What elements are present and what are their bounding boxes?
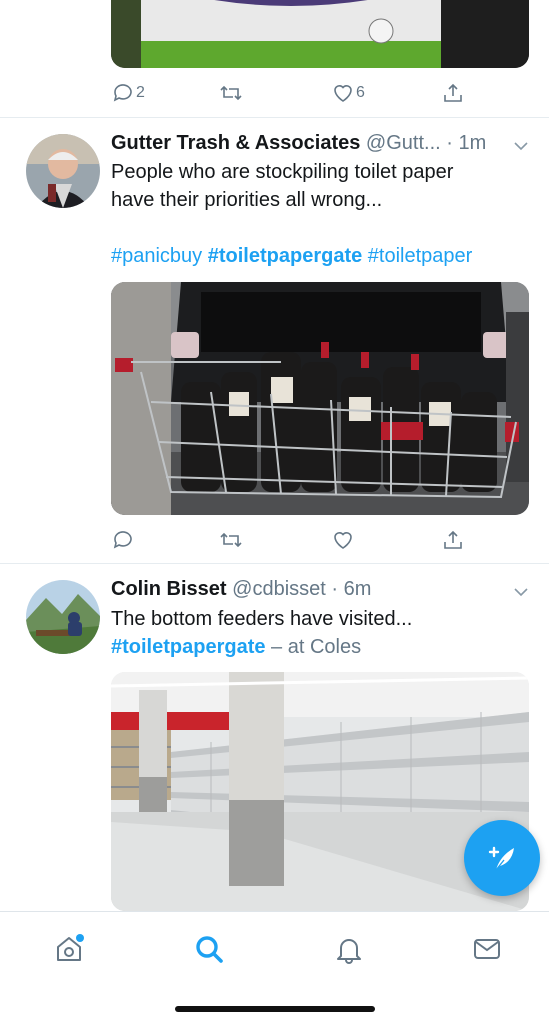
author-handle[interactable]: @cdbisset bbox=[232, 578, 326, 600]
reply-count: 2 bbox=[136, 84, 145, 101]
tweet-text-line: The bottom feeders have visited... bbox=[111, 608, 413, 630]
tweet-text-line: People who are stockpiling toilet paper bbox=[111, 161, 454, 183]
tweet-media-toilet-paper[interactable] bbox=[111, 0, 529, 68]
like-count: 6 bbox=[356, 84, 365, 101]
compose-tweet-button[interactable] bbox=[464, 820, 540, 896]
tweet-time: 1m bbox=[458, 132, 487, 154]
tweet-text-line: have their priorities all wrong... bbox=[111, 189, 383, 211]
avatar[interactable] bbox=[26, 134, 100, 208]
meta-separator: · bbox=[325, 578, 344, 600]
search-icon bbox=[196, 936, 223, 963]
notifications-icon bbox=[337, 939, 361, 964]
tweet-text: People who are stockpiling toilet paper … bbox=[111, 158, 529, 270]
heart-icon bbox=[334, 85, 352, 102]
reply-button[interactable] bbox=[111, 527, 136, 553]
tab-messages[interactable] bbox=[470, 932, 504, 966]
tweet-actions: 2 6 bbox=[111, 80, 471, 106]
home-icon bbox=[57, 934, 84, 961]
home-indicator[interactable] bbox=[175, 1006, 375, 1012]
share-button[interactable] bbox=[441, 527, 465, 553]
hashtag-link[interactable]: #panicbuy bbox=[111, 245, 202, 267]
tweet-partial[interactable]: 2 6 bbox=[0, 0, 549, 118]
reply-icon bbox=[113, 531, 132, 549]
tab-search[interactable] bbox=[192, 932, 226, 966]
share-icon bbox=[444, 530, 462, 549]
tweet-text-line: #toiletpapergate – at Coles bbox=[111, 633, 529, 661]
avatar[interactable] bbox=[26, 580, 100, 654]
retweet-icon bbox=[220, 85, 242, 101]
share-button[interactable] bbox=[441, 80, 465, 106]
hashtag-link[interactable]: #toiletpaper bbox=[368, 245, 473, 267]
tab-home[interactable] bbox=[52, 932, 86, 966]
hashtag-link[interactable]: #toiletpapergate bbox=[111, 636, 265, 658]
author-handle[interactable]: @Gutt... bbox=[366, 132, 441, 154]
reply-button[interactable]: 2 bbox=[111, 80, 145, 106]
chevron-down-icon[interactable] bbox=[511, 136, 531, 156]
tweet-media-empty-shelves[interactable] bbox=[111, 672, 529, 911]
retweet-button[interactable] bbox=[219, 527, 243, 553]
reply-icon bbox=[113, 84, 132, 102]
tweet-header: Colin Bisset @cdbisset · 6m bbox=[111, 578, 501, 601]
heart-icon bbox=[334, 532, 352, 549]
retweet-icon bbox=[220, 532, 242, 548]
messages-icon bbox=[474, 939, 500, 959]
tweet-actions bbox=[111, 527, 471, 553]
like-button[interactable] bbox=[331, 527, 355, 553]
author-name[interactable]: Colin Bisset bbox=[111, 578, 227, 600]
author-name[interactable]: Gutter Trash & Associates bbox=[111, 132, 360, 154]
share-icon bbox=[444, 83, 462, 102]
tab-notifications[interactable] bbox=[332, 932, 366, 966]
tweet-time: 6m bbox=[343, 578, 372, 600]
tweet-media-wine-trolley[interactable] bbox=[111, 282, 529, 515]
like-button[interactable]: 6 bbox=[331, 80, 365, 106]
meta-separator: · bbox=[440, 132, 459, 154]
hashtag-link[interactable]: #toiletpapergate bbox=[208, 245, 362, 267]
location-text[interactable]: – at Coles bbox=[265, 636, 361, 658]
tweet-header: Gutter Trash & Associates @Gutt... · 1m bbox=[111, 132, 501, 155]
retweet-button[interactable] bbox=[219, 80, 243, 106]
tweet[interactable]: Gutter Trash & Associates @Gutt... · 1m … bbox=[0, 118, 549, 564]
hashtags: #panicbuy #toiletpapergate #toiletpaper bbox=[111, 242, 529, 270]
compose-quill-icon bbox=[488, 846, 514, 871]
tweet-text: The bottom feeders have visited... #toil… bbox=[111, 605, 529, 661]
chevron-down-icon[interactable] bbox=[511, 582, 531, 602]
